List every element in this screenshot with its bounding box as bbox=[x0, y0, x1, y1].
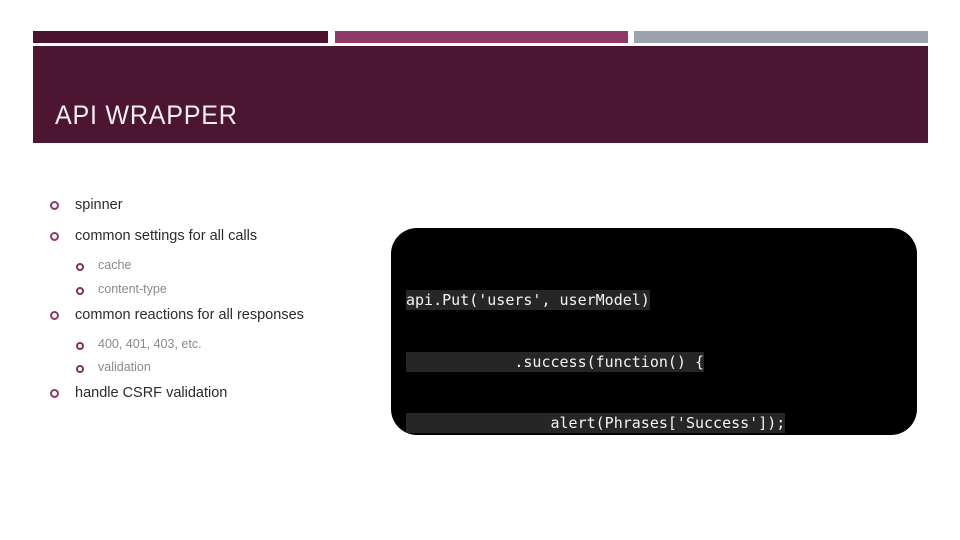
accent-bar-gap-1 bbox=[328, 31, 335, 43]
page-title: API WRAPPER bbox=[55, 100, 238, 130]
list-item-label: content-type bbox=[98, 281, 167, 296]
list-item: handle CSRF validation bbox=[50, 384, 395, 402]
list-item-label: validation bbox=[98, 360, 151, 375]
list-item-label: common reactions for all responses bbox=[75, 306, 304, 323]
list-item: validation bbox=[50, 360, 395, 376]
code-snippet-content: api.Put('users', userModel) .success(fun… bbox=[406, 249, 917, 435]
slide-header-band: API WRAPPER bbox=[33, 46, 928, 143]
list-item-label: common settings for all calls bbox=[75, 228, 258, 245]
bullet-circle-icon bbox=[50, 310, 59, 320]
bullet-circle-icon bbox=[76, 263, 84, 272]
list-item: common settings for all calls bbox=[50, 227, 395, 245]
accent-bar-magenta bbox=[335, 31, 628, 43]
code-line-text: api.Put('users', userModel) bbox=[406, 290, 650, 310]
bullet-circle-icon bbox=[50, 201, 59, 210]
list-item-label: cache bbox=[98, 258, 132, 273]
list-item: 400, 401, 403, etc. bbox=[50, 337, 395, 353]
bullet-circle-icon bbox=[76, 341, 84, 350]
list-item: content-type bbox=[50, 282, 395, 298]
code-line-text: .success(function() { bbox=[406, 351, 705, 372]
list-item: cache bbox=[50, 258, 395, 274]
list-item-label: 400, 401, 403, etc. bbox=[98, 336, 202, 351]
accent-bar-dark bbox=[33, 31, 328, 43]
code-line: .success(function() { bbox=[406, 351, 917, 373]
list-item: common reactions for all responses bbox=[50, 306, 395, 324]
list-item-label: handle CSRF validation bbox=[75, 384, 228, 401]
accent-bar-group bbox=[33, 31, 928, 43]
list-item-label: spinner bbox=[75, 197, 123, 213]
accent-bar-gray bbox=[634, 31, 928, 43]
bullet-list: spinner common settings for all calls ca… bbox=[50, 196, 395, 415]
code-snippet-panel: api.Put('users', userModel) .success(fun… bbox=[391, 228, 917, 435]
bullet-circle-icon bbox=[76, 286, 84, 295]
bullet-circle-icon bbox=[50, 388, 59, 398]
bullet-circle-icon bbox=[50, 232, 59, 242]
code-line: alert(Phrases['Success']); bbox=[406, 413, 917, 434]
code-line: api.Put('users', userModel) bbox=[406, 290, 917, 311]
code-line-text: alert(Phrases['Success']); bbox=[406, 413, 786, 433]
list-item: spinner bbox=[50, 196, 395, 214]
bullet-circle-icon bbox=[76, 365, 84, 374]
